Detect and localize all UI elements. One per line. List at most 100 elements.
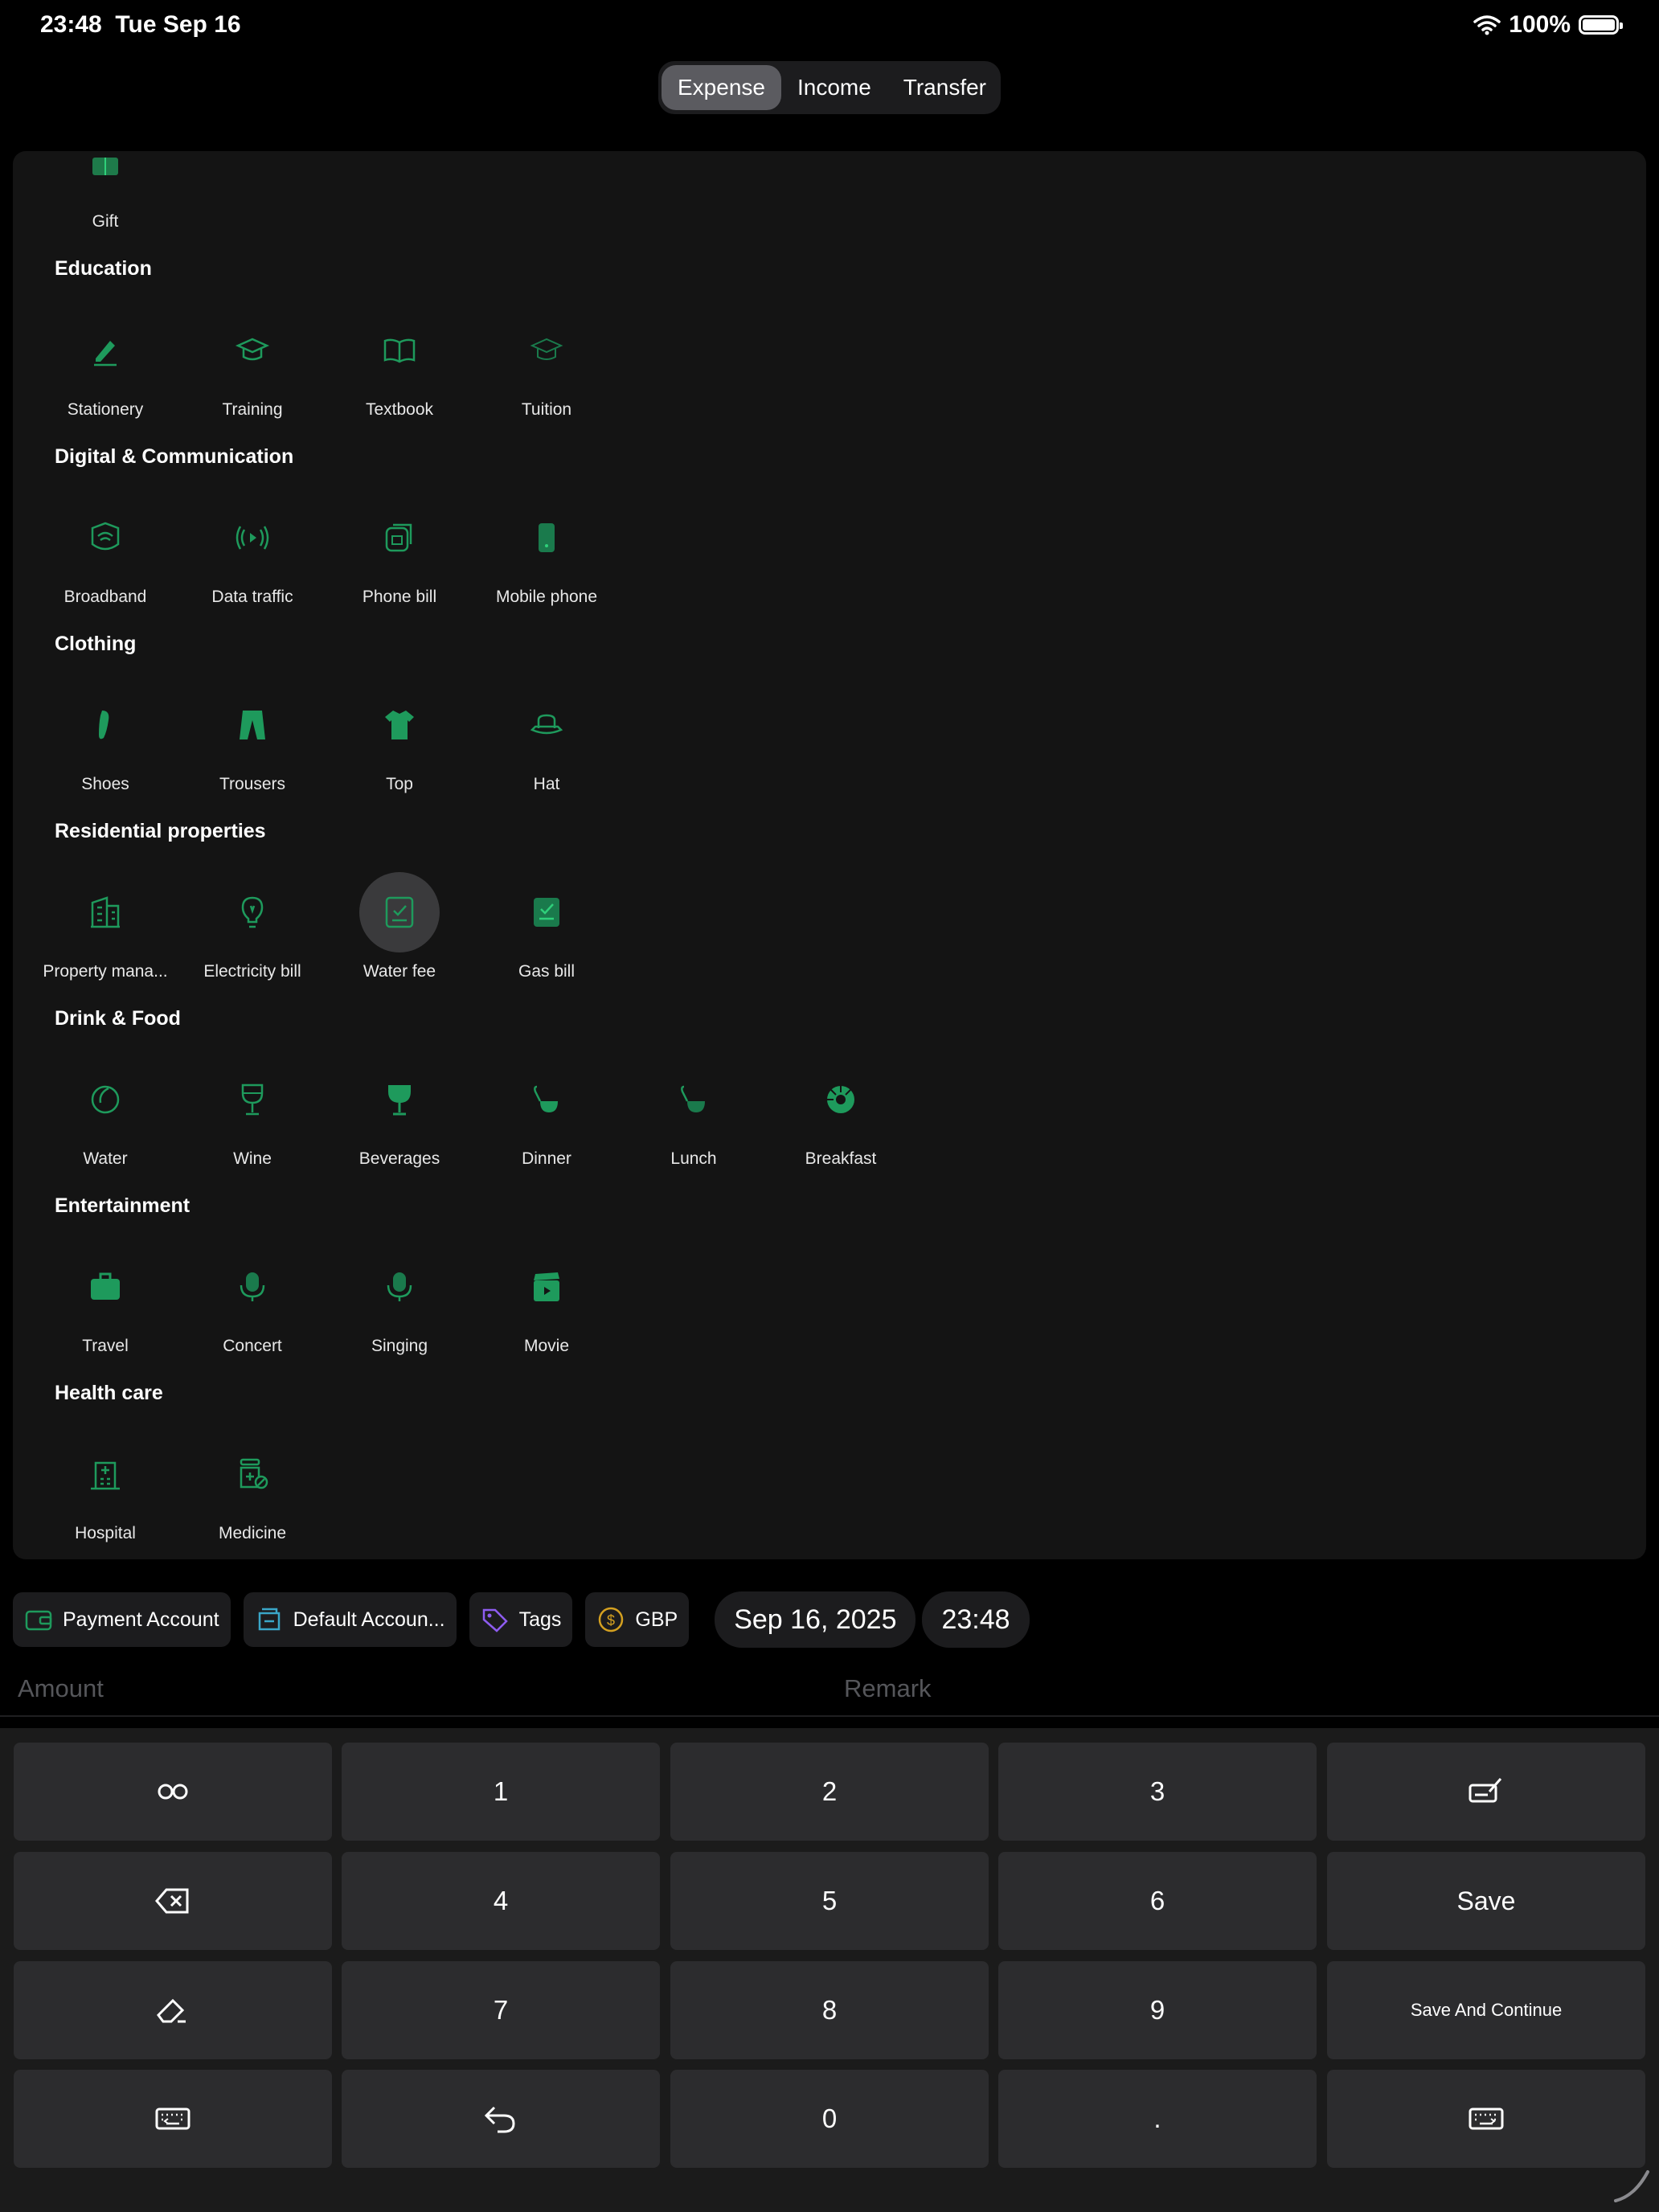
- category-label: Dinner: [522, 1149, 571, 1168]
- time-picker[interactable]: 23:48: [922, 1591, 1030, 1648]
- category-hat[interactable]: Hat: [473, 685, 621, 797]
- key-8[interactable]: 8: [670, 1961, 989, 2059]
- ladle-outline-icon: [653, 1059, 734, 1140]
- receipt-check-icon: [359, 872, 440, 952]
- key-clear[interactable]: [14, 1961, 332, 2059]
- category-data-traffic[interactable]: Data traffic: [178, 498, 326, 610]
- currency-button[interactable]: $ GBP: [585, 1592, 690, 1647]
- save-and-continue-button[interactable]: Save And Continue: [1327, 1961, 1645, 2059]
- wifi-icon: [1473, 15, 1501, 35]
- section-title-entertainment: Entertainment: [55, 1194, 190, 1217]
- category-medicine[interactable]: Medicine: [178, 1434, 326, 1546]
- key-3[interactable]: 3: [998, 1743, 1317, 1841]
- key-undo[interactable]: [342, 2070, 660, 2168]
- category-label: Tuition: [521, 400, 572, 419]
- key-2[interactable]: 2: [670, 1743, 989, 1841]
- tab-expense[interactable]: Expense: [662, 65, 781, 110]
- key-dot[interactable]: .: [998, 2070, 1317, 2168]
- category-wine[interactable]: Wine: [178, 1059, 326, 1172]
- tab-income[interactable]: Income: [781, 65, 887, 110]
- category-water-fee[interactable]: Water fee: [326, 872, 473, 985]
- category-concert[interactable]: Concert: [178, 1247, 326, 1359]
- category-tuition[interactable]: Tuition: [473, 310, 621, 423]
- category-breakfast[interactable]: Breakfast: [767, 1059, 915, 1172]
- category-mobile-phone[interactable]: Mobile phone: [473, 498, 621, 610]
- category-stationery[interactable]: Stationery: [31, 310, 179, 423]
- account-book-icon: [258, 1608, 280, 1631]
- currency-label: GBP: [635, 1608, 678, 1631]
- category-lunch[interactable]: Lunch: [620, 1059, 768, 1172]
- category-hospital[interactable]: Hospital: [31, 1434, 179, 1546]
- suitcase-icon: [65, 1247, 145, 1327]
- graduation-cap-icon: [212, 310, 293, 391]
- date-picker[interactable]: Sep 16, 2025: [715, 1591, 916, 1648]
- category-movie[interactable]: Movie: [473, 1247, 621, 1359]
- category-training[interactable]: Training: [178, 310, 326, 423]
- key-1[interactable]: 1: [342, 1743, 660, 1841]
- backspace-icon: [155, 1888, 189, 1914]
- battery-icon: [1579, 15, 1623, 35]
- eraser-icon: [157, 1998, 186, 2023]
- key-backspace[interactable]: [14, 1852, 332, 1950]
- category-panel[interactable]: Gift Education Stationery Training Textb…: [13, 151, 1646, 1559]
- default-account-label: Default Accoun...: [293, 1608, 445, 1631]
- keyboard-icon: [1469, 2108, 1504, 2130]
- amount-input[interactable]: [16, 1668, 823, 1710]
- category-singing[interactable]: Singing: [326, 1247, 473, 1359]
- key-more[interactable]: [14, 1743, 332, 1841]
- default-account-button[interactable]: Default Accoun...: [243, 1592, 457, 1647]
- key-keyboard-left[interactable]: [14, 2070, 332, 2168]
- category-label: Water fee: [363, 962, 436, 981]
- key-6[interactable]: 6: [998, 1852, 1317, 1950]
- category-gas-bill[interactable]: Gas bill: [473, 872, 621, 985]
- key-5[interactable]: 5: [670, 1852, 989, 1950]
- key-7[interactable]: 7: [342, 1961, 660, 2059]
- medicine-bottle-icon: [212, 1434, 293, 1514]
- category-beverages[interactable]: Beverages: [326, 1059, 473, 1172]
- tags-button[interactable]: Tags: [469, 1592, 573, 1647]
- category-dinner[interactable]: Dinner: [473, 1059, 621, 1172]
- mobile-phone-icon: [506, 498, 587, 578]
- key-edit[interactable]: [1327, 1743, 1645, 1841]
- shoe-icon: [65, 685, 145, 765]
- lightbulb-icon: [212, 872, 293, 952]
- remark-input[interactable]: [842, 1668, 1641, 1710]
- category-label: Broadband: [63, 588, 147, 606]
- category-gift[interactable]: Gift: [31, 151, 179, 235]
- category-broadband[interactable]: Broadband: [31, 498, 179, 610]
- svg-text:$: $: [607, 1612, 615, 1628]
- payment-account-button[interactable]: Payment Account: [13, 1592, 231, 1647]
- number-keypad: 1 2 3 4 5 6 Save 7 8 9 Save And Continue…: [0, 1728, 1659, 2212]
- tab-transfer[interactable]: Transfer: [887, 65, 1002, 110]
- category-trousers[interactable]: Trousers: [178, 685, 326, 797]
- key-0[interactable]: 0: [670, 2070, 989, 2168]
- category-label: Mobile phone: [495, 588, 598, 606]
- key-keyboard-right[interactable]: [1327, 2070, 1645, 2168]
- category-label: Breakfast: [805, 1149, 877, 1168]
- category-textbook[interactable]: Textbook: [326, 310, 473, 423]
- category-shoes[interactable]: Shoes: [31, 685, 179, 797]
- resize-grip-icon[interactable]: [1611, 2164, 1651, 2204]
- category-phone-bill[interactable]: Phone bill: [326, 498, 473, 610]
- category-property-management[interactable]: Property mana...: [31, 872, 179, 985]
- category-label: Hat: [533, 775, 560, 793]
- category-label: Stationery: [67, 400, 144, 419]
- hat-icon: [506, 685, 587, 765]
- category-electricity-bill[interactable]: Electricity bill: [178, 872, 326, 985]
- category-label: Singing: [371, 1337, 428, 1355]
- wallet-icon: [25, 1610, 52, 1631]
- hospital-icon: [65, 1434, 145, 1514]
- key-9[interactable]: 9: [998, 1961, 1317, 2059]
- wine-glass-icon: [212, 1059, 293, 1140]
- category-label: Phone bill: [362, 588, 437, 606]
- category-label: Concert: [223, 1337, 282, 1355]
- category-label: Beverages: [358, 1149, 440, 1168]
- category-top[interactable]: Top: [326, 685, 473, 797]
- bagel-icon: [801, 1059, 881, 1140]
- save-button[interactable]: Save: [1327, 1852, 1645, 1950]
- divider: [0, 1715, 1659, 1717]
- category-travel[interactable]: Travel: [31, 1247, 179, 1359]
- category-water[interactable]: Water: [31, 1059, 179, 1172]
- category-label: Medicine: [218, 1524, 287, 1542]
- key-4[interactable]: 4: [342, 1852, 660, 1950]
